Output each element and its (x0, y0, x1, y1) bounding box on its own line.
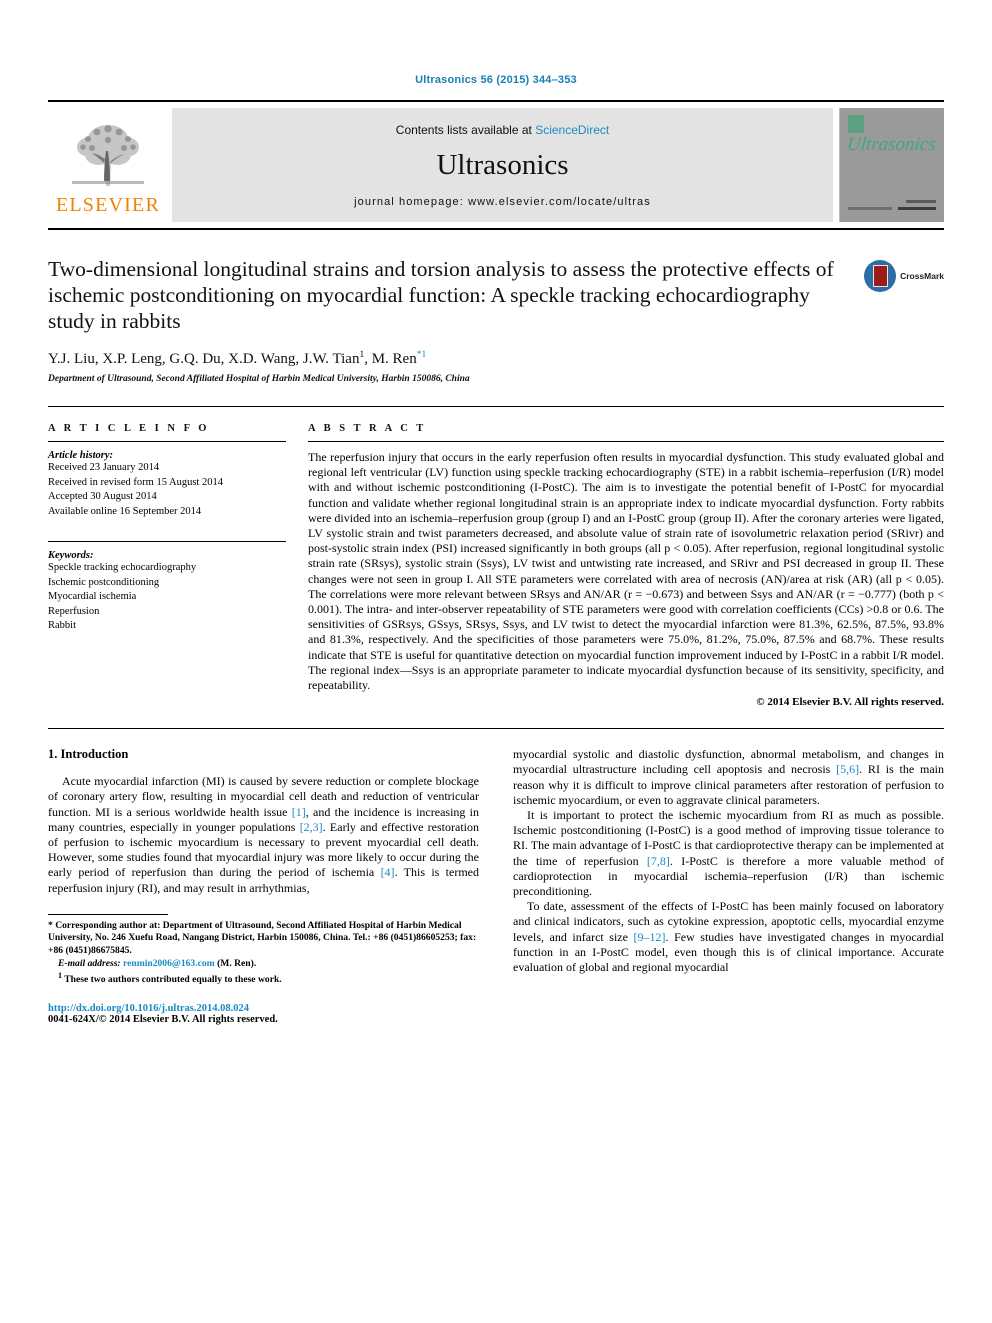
cover-publisher-icon (848, 115, 864, 133)
keyword-item: Speckle tracking echocardiography (48, 562, 197, 573)
elsevier-wordmark: ELSEVIER (55, 194, 161, 216)
cover-journal-title: Ultrasonics (845, 134, 937, 155)
email-owner: (M. Ren). (214, 957, 257, 969)
keyword-item: Myocardial ischemia (48, 591, 137, 602)
journal-reference: Ultrasonics 56 (2015) 344–353 (415, 74, 577, 86)
footnote-rule (48, 913, 168, 915)
citation-link[interactable]: [5,6] (836, 762, 859, 776)
right-column: myocardial systolic and diastolic dysfun… (513, 747, 944, 1025)
keywords-label: Keywords: (48, 550, 94, 561)
elsevier-logo: ELSEVIER (48, 102, 168, 228)
footnotes-block: * Corresponding author at: Department of… (48, 913, 479, 1025)
title-block: Two-dimensional longitudinal strains and… (48, 256, 944, 334)
intro-paragraph-3: To date, assessment of the effects of I-… (513, 899, 944, 975)
equal-contribution-text: These two authors contributed equally to… (62, 974, 282, 986)
info-abstract-row: A R T I C L E I N F O Article history: R… (48, 406, 944, 708)
crossmark-icon (864, 260, 897, 292)
author-names-last: , M. Ren (364, 351, 417, 367)
author-list: Y.J. Liu, X.P. Leng, G.Q. Du, X.D. Wang,… (48, 350, 944, 368)
citation-link[interactable]: [9–12] (634, 930, 666, 944)
article-info-heading: A R T I C L E I N F O (48, 423, 210, 434)
cover-decoration-bar (848, 207, 892, 210)
email-footnote: E-mail address: renmin2006@163.com (M. R… (48, 958, 479, 971)
cover-decoration-bar (898, 207, 936, 210)
intro-paragraph-1: Acute myocardial infarction (MI) is caus… (48, 774, 479, 896)
journal-masthead: ELSEVIER Contents lists available at Sci… (48, 100, 944, 230)
history-item: Available online 16 September 2014 (48, 505, 202, 517)
doi-block: http://dx.doi.org/10.1016/j.ultras.2014.… (48, 1003, 479, 1025)
paper-page: Ultrasonics 56 (2015) 344–353 ELSEVIER C… (0, 0, 992, 1323)
contents-prefix: Contents lists available at (395, 122, 536, 137)
keyword-item: Reperfusion (48, 605, 100, 617)
body-columns: 1. Introduction Acute myocardial infarct… (48, 747, 944, 1025)
abstract-text: The reperfusion injury that occurs in th… (308, 450, 944, 693)
article-info-column: A R T I C L E I N F O Article history: R… (48, 423, 286, 708)
journal-homepage-link[interactable]: journal homepage: www.elsevier.com/locat… (354, 196, 651, 208)
crossmark-badge[interactable]: CrossMark (864, 260, 944, 292)
history-item: Received 23 January 2014 (48, 462, 160, 473)
divider (308, 441, 944, 442)
elsevier-tree-icon (72, 125, 144, 186)
corresponding-author-footnote: * Corresponding author at: Department of… (48, 920, 479, 958)
abstract-heading: A B S T R A C T (308, 423, 427, 434)
masthead-center: Contents lists available at ScienceDirec… (172, 108, 833, 222)
divider (48, 441, 286, 442)
journal-title: Ultrasonics (436, 148, 569, 181)
keywords-block: Keywords: Speckle tracking echocardiogra… (48, 541, 286, 634)
doi-link[interactable]: http://dx.doi.org/10.1016/j.ultras.2014.… (48, 1003, 479, 1014)
cover-decoration-bar (906, 200, 936, 203)
abstract-column: A B S T R A C T The reperfusion injury t… (308, 423, 944, 708)
corresponding-author-marker[interactable]: *1 (417, 350, 427, 360)
corresponding-text: Corresponding author at: Department of U… (48, 919, 477, 957)
history-item: Received in revised form 15 August 2014 (48, 476, 223, 488)
keyword-item: Rabbit (48, 620, 76, 631)
section-title-introduction: 1. Introduction (48, 747, 129, 762)
crossmark-label: CrossMark (900, 271, 944, 281)
affiliation: Department of Ultrasound, Second Affilia… (48, 374, 470, 384)
intro-paragraph-1-continued: myocardial systolic and diastolic dysfun… (513, 747, 944, 808)
email-link[interactable]: renmin2006@163.com (123, 958, 215, 969)
citation-link[interactable]: [1] (292, 805, 306, 819)
contents-available-line: Contents lists available at ScienceDirec… (396, 123, 609, 137)
email-label: E-mail address: (58, 957, 121, 969)
intro-paragraph-2: It is important to protect the ischemic … (513, 808, 944, 899)
keyword-item: Ischemic postconditioning (48, 576, 160, 588)
divider (48, 541, 286, 542)
page-title: Two-dimensional longitudinal strains and… (48, 257, 834, 333)
issn-copyright-line: 0041-624X/© 2014 Elsevier B.V. All right… (48, 1014, 278, 1026)
citation-link[interactable]: [7,8] (647, 854, 670, 868)
article-history-label: Article history: (48, 450, 114, 461)
citation-link[interactable]: [2,3] (300, 820, 323, 834)
author-names: Y.J. Liu, X.P. Leng, G.Q. Du, X.D. Wang,… (48, 351, 360, 367)
journal-cover-thumbnail: Ultrasonics (839, 108, 944, 222)
citation-link[interactable]: [4] (381, 865, 395, 879)
abstract-copyright: © 2014 Elsevier B.V. All rights reserved… (756, 696, 944, 709)
history-item: Accepted 30 August 2014 (48, 491, 157, 502)
sciencedirect-link[interactable]: ScienceDirect (535, 123, 609, 137)
divider (48, 728, 944, 730)
left-column: 1. Introduction Acute myocardial infarct… (48, 747, 479, 1025)
equal-contribution-footnote: 1 These two authors contributed equally … (48, 970, 479, 987)
